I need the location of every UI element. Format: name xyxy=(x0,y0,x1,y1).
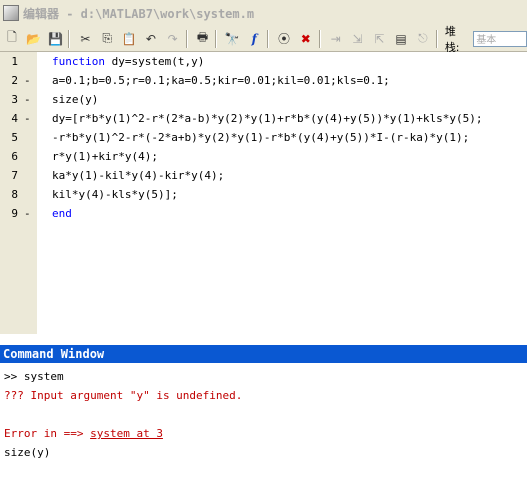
cut-icon[interactable]: ✂ xyxy=(75,29,95,49)
code-text: kil*y(4)-kls*y(5)]; xyxy=(52,188,178,201)
find-icon[interactable]: 🔭 xyxy=(222,29,242,49)
code-line[interactable]: 8 kil*y(4)-kls*y(5)]; xyxy=(0,185,527,204)
line-number: 9 xyxy=(11,207,18,220)
code-text: -r*b*y(1)^2-r*(-2*a+b)*y(2)*y(1)-r*b*(y(… xyxy=(52,131,470,144)
code-line[interactable]: 9 - end xyxy=(0,204,527,223)
code-text: a=0.1;b=0.5;r=0.1;ka=0.5;kir=0.01;kil=0.… xyxy=(52,74,390,87)
toolbar-separator xyxy=(267,29,270,48)
function-icon[interactable]: f xyxy=(244,29,264,49)
step-out-icon[interactable]: ⇱ xyxy=(369,29,389,49)
code-text: dy=[r*b*y(1)^2-r*(2*a-b)*y(2)*y(1)+r*b*(… xyxy=(52,112,483,125)
code-line[interactable]: 1 function dy=system(t,y) xyxy=(0,52,527,71)
command-window[interactable]: >> system ??? Input argument "y" is unde… xyxy=(0,363,527,477)
toolbar-separator xyxy=(68,29,71,48)
exit-debug-icon[interactable]: ⎋ xyxy=(413,29,433,49)
code-line[interactable]: 7 ka*y(1)-kil*y(4)-kir*y(4); xyxy=(0,166,527,185)
line-number: 3 xyxy=(11,93,18,106)
error-location: Error in ==> system at 3 xyxy=(4,427,163,440)
command-prompt-line: >> system xyxy=(4,370,64,383)
toolbar-separator xyxy=(185,29,188,48)
toolbar-separator xyxy=(435,29,438,48)
editor-app-icon xyxy=(3,5,19,21)
line-number: 4 xyxy=(11,112,18,125)
line-number: 2 xyxy=(11,74,18,87)
undo-icon[interactable]: ↶ xyxy=(141,29,161,49)
code-line[interactable]: 3 - size(y) xyxy=(0,90,527,109)
code-line[interactable]: 4 - dy=[r*b*y(1)^2-r*(2*a-b)*y(2)*y(1)+r… xyxy=(0,109,527,128)
toolbar: 🗋 📂 💾 ✂ ⎘ 📋 ↶ ↷ 🖶 🔭 f ⦿ ✖ ⇥ ⇲ ⇱ ▤ ⎋ 堆栈: … xyxy=(0,24,527,54)
breakpoint-marker[interactable]: - xyxy=(24,204,31,223)
code-line[interactable]: 2 - a=0.1;b=0.5;r=0.1;ka=0.5;kir=0.01;ki… xyxy=(0,71,527,90)
code-text: r*y(1)+kir*y(4); xyxy=(52,150,158,163)
line-number: 8 xyxy=(11,188,18,201)
step-icon[interactable]: ⇥ xyxy=(326,29,346,49)
line-number: 1 xyxy=(11,55,18,68)
step-in-icon[interactable]: ⇲ xyxy=(348,29,368,49)
code-line[interactable]: 6 r*y(1)+kir*y(4); xyxy=(0,147,527,166)
line-number: 5 xyxy=(11,131,18,144)
open-icon[interactable]: 📂 xyxy=(24,29,44,49)
code-text: ka*y(1)-kil*y(4)-kir*y(4); xyxy=(52,169,225,182)
toolbar-separator xyxy=(215,29,218,48)
save-icon[interactable]: 💾 xyxy=(46,29,66,49)
error-source-line: size(y) xyxy=(4,446,51,459)
line-number: 6 xyxy=(11,150,18,163)
error-in-prefix: Error in ==> xyxy=(4,427,91,440)
stack-dropdown[interactable]: 基本 xyxy=(473,30,527,47)
toolbar-separator xyxy=(318,29,321,48)
command-window-title: Command Window xyxy=(0,345,527,363)
set-breakpoint-icon[interactable]: ⦿ xyxy=(274,29,294,49)
clear-breakpoints-icon[interactable]: ✖ xyxy=(296,29,316,49)
print-icon[interactable]: 🖶 xyxy=(193,29,213,49)
code-text: end xyxy=(52,207,72,220)
code-editor[interactable]: 1 function dy=system(t,y) 2 - a=0.1;b=0.… xyxy=(0,52,527,334)
error-source-link[interactable]: system at 3 xyxy=(90,427,163,440)
paste-icon[interactable]: 📋 xyxy=(119,29,139,49)
stack-label: 堆栈: xyxy=(444,24,460,54)
code-text: function dy=system(t,y) xyxy=(52,55,205,68)
window-title: 编辑器 - d:\MATLAB7\work\system.m xyxy=(23,6,255,21)
keyword-function: function xyxy=(52,55,105,68)
error-message: ??? Input argument "y" is undefined. xyxy=(4,389,243,402)
new-file-icon[interactable]: 🗋 xyxy=(2,29,22,49)
redo-icon[interactable]: ↷ xyxy=(163,29,183,49)
breakpoint-marker[interactable]: - xyxy=(24,90,31,109)
code-line[interactable]: 5 -r*b*y(1)^2-r*(-2*a+b)*y(2)*y(1)-r*b*(… xyxy=(0,128,527,147)
breakpoint-marker[interactable]: - xyxy=(24,71,31,90)
breakpoint-marker[interactable]: - xyxy=(24,109,31,128)
copy-icon[interactable]: ⎘ xyxy=(97,29,117,49)
code-text: size(y) xyxy=(52,93,99,106)
line-number: 7 xyxy=(11,169,18,182)
run-icon[interactable]: ▤ xyxy=(391,29,411,49)
